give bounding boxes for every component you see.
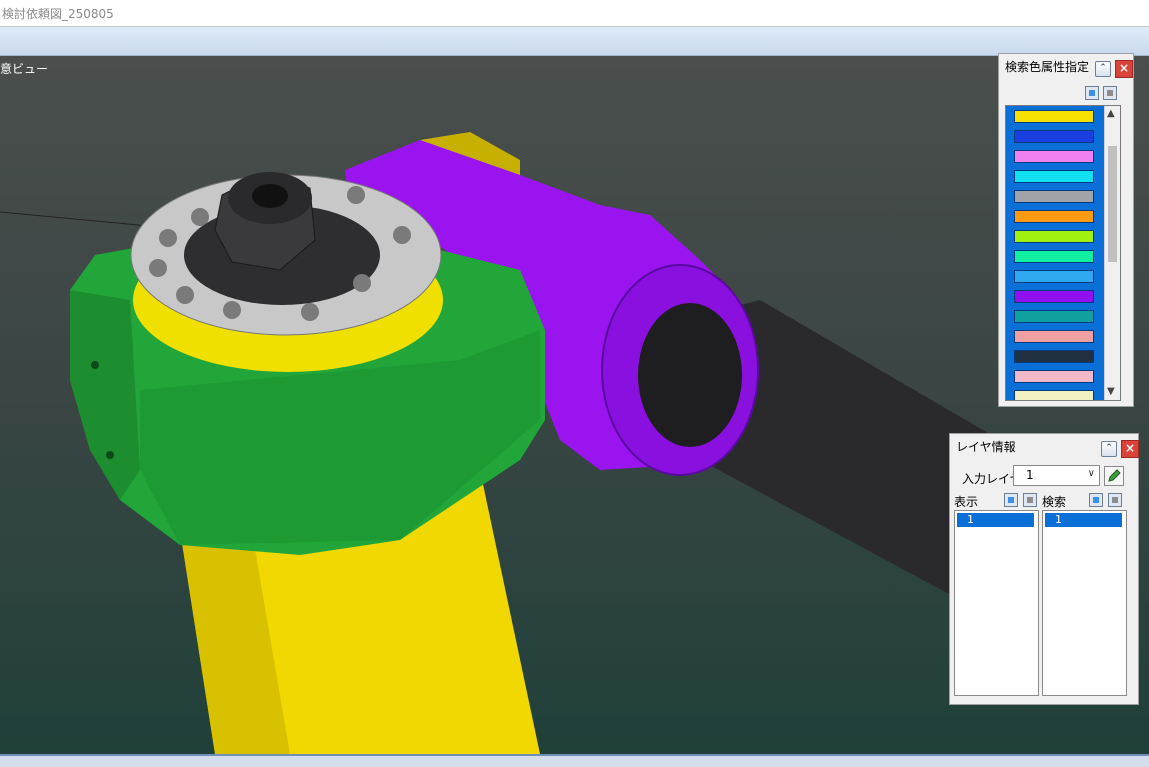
select-all-button[interactable] bbox=[1085, 86, 1099, 100]
search-layer-item: 1 bbox=[1055, 513, 1062, 526]
color-swatch[interactable] bbox=[1014, 170, 1094, 183]
status-bar bbox=[0, 754, 1149, 767]
input-layer-select[interactable]: 1 ∨ bbox=[1013, 465, 1100, 486]
display-deselect-all-button[interactable] bbox=[1023, 493, 1037, 507]
scroll-down-icon[interactable]: ▼ bbox=[1107, 386, 1115, 397]
collapse-icon[interactable]: ⌃ bbox=[1101, 441, 1117, 457]
scrollbar[interactable]: ▲ ▼ bbox=[1104, 106, 1120, 400]
color-swatch[interactable] bbox=[1014, 370, 1094, 383]
display-label: 表示 bbox=[954, 495, 979, 509]
window-title: 検討依頼図_250805 bbox=[2, 7, 114, 21]
color-swatch[interactable] bbox=[1014, 270, 1094, 283]
color-swatch[interactable] bbox=[1014, 230, 1094, 243]
color-list[interactable]: ▲ ▼ bbox=[1005, 105, 1121, 401]
title-bar: 検討依頼図_250805 bbox=[0, 0, 1149, 27]
toolbar bbox=[0, 27, 1149, 56]
color-attribute-panel: 検索色属性指定 ⌃ × ▲ ▼ bbox=[998, 53, 1134, 407]
color-swatch[interactable] bbox=[1014, 330, 1094, 343]
search-deselect-all-button[interactable] bbox=[1108, 493, 1122, 507]
color-swatch[interactable] bbox=[1014, 310, 1094, 323]
display-select-all-button[interactable] bbox=[1004, 493, 1018, 507]
display-layer-item: 1 bbox=[967, 513, 974, 526]
input-layer-value: 1 bbox=[1026, 468, 1034, 482]
color-swatch[interactable] bbox=[1014, 250, 1094, 263]
scroll-thumb[interactable] bbox=[1108, 146, 1117, 262]
search-label: 検索 bbox=[1042, 495, 1067, 509]
search-layer-list[interactable]: 1 bbox=[1042, 510, 1127, 696]
search-select-all-button[interactable] bbox=[1089, 493, 1103, 507]
color-swatch[interactable] bbox=[1014, 290, 1094, 303]
scroll-up-icon[interactable]: ▲ bbox=[1107, 108, 1115, 119]
panel-title: レイヤ情報 bbox=[956, 440, 1016, 454]
panel-title: 検索色属性指定 bbox=[1005, 60, 1090, 74]
display-layer-list[interactable]: 1 bbox=[954, 510, 1039, 696]
chevron-down-icon: ∨ bbox=[1087, 468, 1095, 479]
color-swatch[interactable] bbox=[1014, 390, 1094, 400]
list-item[interactable]: 1 bbox=[1045, 513, 1122, 527]
list-item[interactable]: 1 bbox=[957, 513, 1034, 527]
panel-header: 検索色属性指定 ⌃ × bbox=[999, 54, 1133, 78]
deselect-all-button[interactable] bbox=[1103, 86, 1117, 100]
color-swatch[interactable] bbox=[1014, 210, 1094, 223]
color-swatch[interactable] bbox=[1014, 150, 1094, 163]
close-button[interactable]: × bbox=[1115, 60, 1133, 78]
layer-info-panel: レイヤ情報 ⌃ × 入力レイヤ 1 ∨ 表示 検索 1 1 bbox=[949, 433, 1139, 705]
color-swatch[interactable] bbox=[1014, 130, 1094, 143]
color-swatch[interactable] bbox=[1014, 110, 1094, 123]
close-button[interactable]: × bbox=[1121, 440, 1139, 458]
pencil-icon bbox=[1108, 469, 1121, 482]
view-label: 意ビュー bbox=[0, 62, 49, 76]
panel-header: レイヤ情報 ⌃ × bbox=[950, 434, 1139, 458]
color-swatch[interactable] bbox=[1014, 190, 1094, 203]
color-swatch[interactable] bbox=[1014, 350, 1094, 363]
edit-button[interactable] bbox=[1104, 466, 1124, 486]
collapse-icon[interactable]: ⌃ bbox=[1095, 61, 1111, 77]
